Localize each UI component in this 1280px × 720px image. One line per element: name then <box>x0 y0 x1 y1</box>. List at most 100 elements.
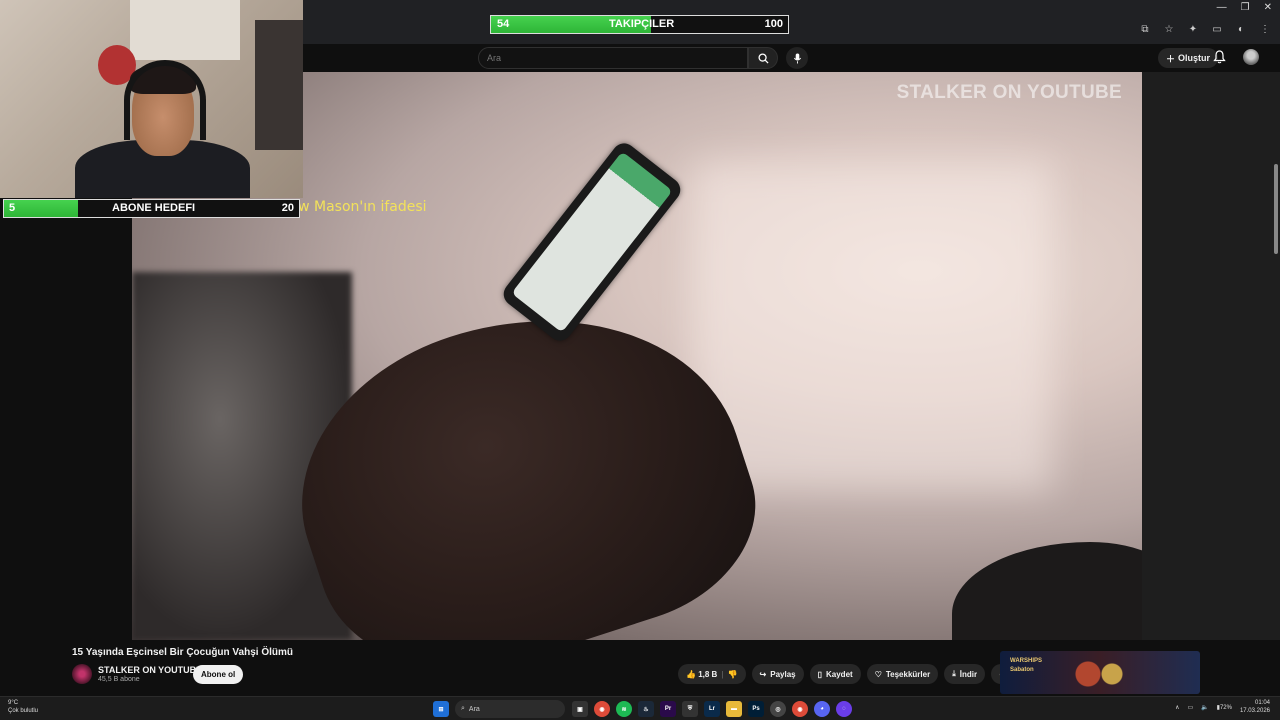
subscriber-count: 45,5 B abone <box>98 676 140 683</box>
save-label: Kaydet <box>826 669 853 679</box>
subscribe-button[interactable]: Abone ol <box>193 665 244 684</box>
screen: — ❐ ✕ ⧉ ☆ ✦ ▭ ◐ ⋮ 54 TAKIPÇILER 100 ＋ <box>0 0 1280 720</box>
spotify-icon[interactable]: ≋ <box>616 701 632 717</box>
left-panel <box>0 218 132 640</box>
microphone-icon <box>793 53 801 63</box>
download-icon: ⤓ <box>952 669 956 678</box>
premiere-icon[interactable]: Pr <box>660 701 676 717</box>
ad-banner[interactable]: WARSHIPS Sabaton <box>1000 651 1200 694</box>
download-label: İndir <box>959 669 978 679</box>
dislike-icon[interactable]: 👎 <box>728 670 738 679</box>
lightroom-icon[interactable]: Lr <box>704 701 720 717</box>
video-title: 15 Yaşında Eşcinsel Bir Çocuğun Vahşi Öl… <box>72 647 294 658</box>
taskbar-search[interactable]: ⌕ Ara <box>455 700 565 718</box>
share-icon: ↪ <box>759 669 767 679</box>
clock-date: 17.03.2026 <box>1239 708 1270 715</box>
steam-icon[interactable]: ♨ <box>638 701 654 717</box>
chrome-icon[interactable]: ◉ <box>594 701 610 717</box>
subscriber-goal-label: ABONE HEDEFI <box>112 202 196 214</box>
scrollbar-thumb[interactable] <box>1274 164 1278 254</box>
video-frame-light <box>692 162 1052 492</box>
like-count: 1,8 B <box>698 669 718 679</box>
download-button[interactable]: ⤓ İndir <box>944 664 986 684</box>
folder-icon[interactable]: ▬ <box>726 701 742 717</box>
thanks-button[interactable]: ♡ Teşekkürler <box>866 664 939 684</box>
taskbar: 9°C Çok bulutlu ⊞ ⌕ Ara ▣ ◉ ≋ ♨ Pr ⛨ Lr … <box>0 696 1280 720</box>
subscriber-current: 5 <box>9 202 16 214</box>
save-button[interactable]: ▯ Kaydet <box>809 664 861 684</box>
webcam-overlay <box>0 0 303 198</box>
webcam-door <box>255 20 303 150</box>
thanks-icon: ♡ <box>874 669 882 679</box>
photoshop-icon[interactable]: Ps <box>748 701 764 717</box>
bookmark-star-icon[interactable]: ☆ <box>1162 24 1176 35</box>
search-input[interactable] <box>479 48 747 68</box>
extensions-icon[interactable]: ✦ <box>1186 24 1200 35</box>
assistant-icon[interactable]: ◌ <box>836 701 852 717</box>
follower-target: 100 <box>764 18 783 30</box>
chrome-active-icon[interactable]: ◉ <box>792 701 808 717</box>
system-tray: ∧ ▭ 🔈 ▮72% 01:04 17.03.2026 <box>1175 699 1270 715</box>
thanks-label: Teşekkürler <box>885 669 931 679</box>
taskbar-search-icon: ⌕ <box>461 705 465 712</box>
taskbar-search-label: Ara <box>468 705 480 713</box>
cast-icon[interactable]: ▭ <box>1210 24 1224 35</box>
clock[interactable]: 01:04 17.03.2026 <box>1240 699 1270 715</box>
temperature: 9°C <box>8 700 19 706</box>
create-label: Oluştur <box>1178 53 1211 63</box>
discord-icon[interactable]: ◕ <box>814 701 830 717</box>
taskbar-pinned-apps: ▣ ◉ ≋ ♨ Pr ⛨ Lr ▬ Ps ◎ ◉ ◕ ◌ <box>572 701 852 717</box>
subscriber-goal-bar: 5 ABONE HEDEFI 20 <box>3 199 300 218</box>
plus-icon: ＋ <box>1166 53 1176 64</box>
video-actions: 👍 1,8 B | 👎 ↪ Paylaş ▯ Kaydet ♡ Teşekkürler… <box>678 664 1016 684</box>
save-icon: ▯ <box>817 669 822 679</box>
video-frame-sofa <box>952 542 1142 640</box>
shield-icon[interactable]: ⛨ <box>682 701 698 717</box>
follower-goal-bar: 54 TAKIPÇILER 100 <box>490 15 789 34</box>
search-icon <box>757 52 769 64</box>
channel-name[interactable]: STALKER ON YOUTUBE <box>98 665 202 675</box>
battery-level: 72% <box>1219 704 1232 711</box>
weather-widget[interactable]: 9°C Çok bulutlu <box>8 699 38 715</box>
voice-search-button[interactable] <box>786 47 808 69</box>
right-panel <box>1142 72 1280 640</box>
battery-icon[interactable]: ▮72% <box>1217 704 1232 711</box>
browser-toolbar: ⧉ ☆ ✦ ▭ ◐ ⋮ <box>1138 24 1272 35</box>
search-box <box>478 47 748 69</box>
taskbar-apps: ⊞ <box>433 701 449 717</box>
minimize-icon[interactable]: — <box>1217 2 1227 13</box>
like-button[interactable]: 👍 1,8 B <box>686 670 717 679</box>
task-view-icon[interactable]: ▣ <box>572 701 588 717</box>
notifications-bell-icon[interactable] <box>1213 50 1226 64</box>
ad-artwork <box>1070 659 1130 689</box>
create-button[interactable]: ＋ Oluştur <box>1158 48 1219 68</box>
close-icon[interactable]: ✕ <box>1264 2 1272 13</box>
network-icon[interactable]: ▭ <box>1187 704 1193 711</box>
search-button[interactable] <box>748 47 778 69</box>
share-button[interactable]: ↪ Paylaş <box>751 664 804 684</box>
video-info: 15 Yaşında Eşcinsel Bir Çocuğun Vahşi Öl… <box>0 640 1280 696</box>
phone-screen <box>511 151 673 333</box>
volume-icon[interactable]: 🔈 <box>1201 704 1208 711</box>
share-label: Paylaş <box>770 669 796 679</box>
windows-start-icon[interactable]: ⊞ <box>433 701 449 717</box>
headphones-icon <box>124 60 206 140</box>
window-controls: — ❐ ✕ <box>1217 2 1272 13</box>
clock-time: 01:04 <box>1254 700 1270 706</box>
follower-current: 54 <box>497 18 510 30</box>
follower-goal-label: TAKIPÇILER <box>609 18 675 30</box>
channel-avatar[interactable] <box>72 664 92 684</box>
like-dislike-group: 👍 1,8 B | 👎 <box>678 664 746 684</box>
subscriber-target: 20 <box>281 202 294 214</box>
menu-kebab-icon[interactable]: ⋮ <box>1258 24 1272 35</box>
install-icon[interactable]: ⧉ <box>1138 24 1152 35</box>
video-frame-phone <box>498 138 686 346</box>
profile-icon[interactable]: ◐ <box>1234 24 1248 35</box>
tray-chevron-icon[interactable]: ∧ <box>1175 704 1179 711</box>
maximize-icon[interactable]: ❐ <box>1241 2 1250 13</box>
webcam-shelf <box>130 0 240 60</box>
account-avatar[interactable] <box>1243 49 1259 65</box>
ad-logo: WARSHIPS Sabaton <box>1010 658 1043 673</box>
obs-icon[interactable]: ◎ <box>770 701 786 717</box>
youtube-header: ＋ Oluştur <box>303 44 1280 72</box>
